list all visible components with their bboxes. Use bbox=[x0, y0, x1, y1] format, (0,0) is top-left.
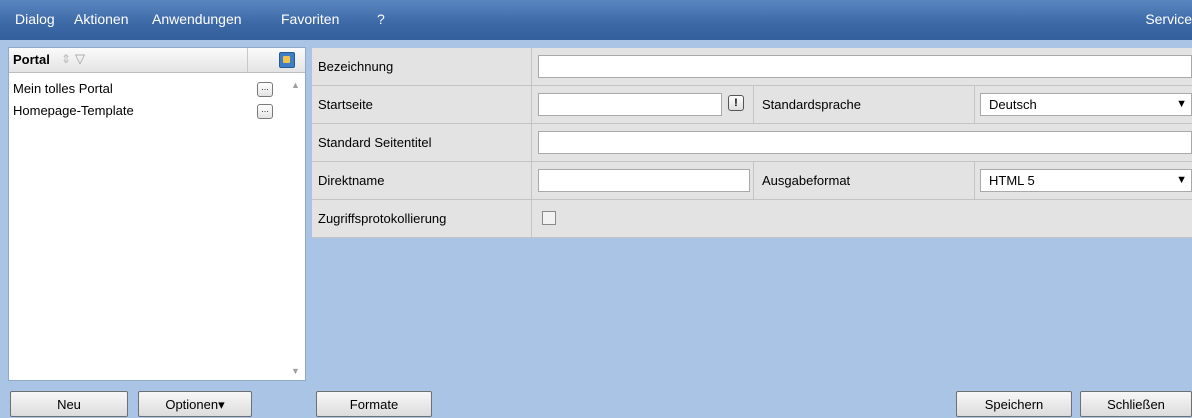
portal-list-title: Portal bbox=[13, 52, 50, 67]
bezeichnung-label: Bezeichnung bbox=[318, 59, 394, 74]
menu-dialog[interactable]: Dialog bbox=[15, 11, 55, 27]
direktname-input[interactable] bbox=[538, 169, 750, 192]
form-row-seitentitel: Standard Seitentitel bbox=[312, 124, 1192, 162]
item-details-button[interactable]: ... bbox=[257, 104, 273, 119]
chevron-down-icon[interactable]: ▼ bbox=[1176, 170, 1187, 191]
portal-list-header: Portal ⇕ ▽ bbox=[9, 48, 305, 73]
menu-favoriten[interactable]: Favoriten bbox=[281, 11, 339, 27]
menu-bar: Dialog Aktionen Anwendungen Favoriten ? … bbox=[0, 0, 1192, 40]
save-button[interactable]: Speichern bbox=[956, 391, 1072, 417]
options-button[interactable]: Optionen▾ bbox=[138, 391, 252, 417]
menu-aktionen[interactable]: Aktionen bbox=[74, 11, 128, 27]
form-row-zugriffsprotokollierung: Zugriffsprotokollierung bbox=[312, 200, 1192, 238]
standardsprache-select[interactable]: Deutsch ▼ bbox=[980, 93, 1192, 116]
header-separator bbox=[247, 48, 248, 72]
standardsprache-label: Standardsprache bbox=[762, 97, 862, 112]
column-config-icon[interactable] bbox=[279, 52, 295, 68]
startseite-warning-button[interactable]: ! bbox=[728, 95, 744, 111]
list-item-label: Mein tolles Portal bbox=[13, 81, 113, 96]
ausgabeformat-select[interactable]: HTML 5 ▼ bbox=[980, 169, 1192, 192]
form-row-direktname: Direktname Ausgabeformat HTML 5 ▼ bbox=[312, 162, 1192, 200]
zugriffsprotokollierung-checkbox[interactable] bbox=[542, 211, 556, 225]
row-divider bbox=[531, 200, 532, 237]
standardsprache-value: Deutsch bbox=[989, 97, 1037, 112]
menu-service[interactable]: Service bbox=[1145, 11, 1192, 27]
list-item[interactable]: Homepage-Template bbox=[13, 103, 134, 119]
standard-seitentitel-input[interactable] bbox=[538, 131, 1192, 154]
sort-icon[interactable]: ⇕ bbox=[61, 52, 71, 66]
startseite-label: Startseite bbox=[318, 97, 373, 112]
row-divider bbox=[753, 86, 754, 123]
list-item-label: Homepage-Template bbox=[13, 103, 134, 118]
row-divider bbox=[974, 86, 975, 123]
startseite-input[interactable] bbox=[538, 93, 722, 116]
form-row-startseite: Startseite ! Standardsprache Deutsch ▼ bbox=[312, 86, 1192, 124]
ausgabeformat-label: Ausgabeformat bbox=[762, 173, 851, 188]
row-divider bbox=[531, 86, 532, 123]
form-row-bezeichnung: Bezeichnung bbox=[312, 48, 1192, 86]
list-item[interactable]: Mein tolles Portal bbox=[13, 81, 113, 97]
row-divider bbox=[531, 48, 532, 85]
ausgabeformat-value: HTML 5 bbox=[989, 173, 1035, 188]
bezeichnung-input[interactable] bbox=[538, 55, 1192, 78]
row-divider bbox=[531, 162, 532, 199]
zugriffsprotokollierung-label: Zugriffsprotokollierung bbox=[318, 211, 447, 226]
portal-list-panel: Portal ⇕ ▽ Mein tolles Portal ... Homepa… bbox=[8, 47, 306, 381]
scroll-up-icon[interactable]: ▲ bbox=[291, 80, 300, 90]
direktname-label: Direktname bbox=[318, 173, 385, 188]
portal-form: Bezeichnung Startseite ! Standardsprache… bbox=[312, 48, 1192, 238]
row-divider bbox=[531, 124, 532, 161]
menu-help[interactable]: ? bbox=[377, 11, 385, 27]
close-button[interactable]: Schließen bbox=[1080, 391, 1192, 417]
new-button[interactable]: Neu bbox=[10, 391, 128, 417]
menu-anwendungen[interactable]: Anwendungen bbox=[152, 11, 242, 27]
standard-seitentitel-label: Standard Seitentitel bbox=[318, 135, 432, 150]
filter-icon[interactable]: ▽ bbox=[75, 51, 85, 67]
list-scrollbar[interactable]: ▲ ▼ bbox=[287, 74, 303, 378]
item-details-button[interactable]: ... bbox=[257, 82, 273, 97]
row-divider bbox=[753, 162, 754, 199]
row-divider bbox=[974, 162, 975, 199]
chevron-down-icon[interactable]: ▼ bbox=[1176, 94, 1187, 115]
formate-button[interactable]: Formate bbox=[316, 391, 432, 417]
scroll-down-icon[interactable]: ▼ bbox=[291, 366, 300, 376]
